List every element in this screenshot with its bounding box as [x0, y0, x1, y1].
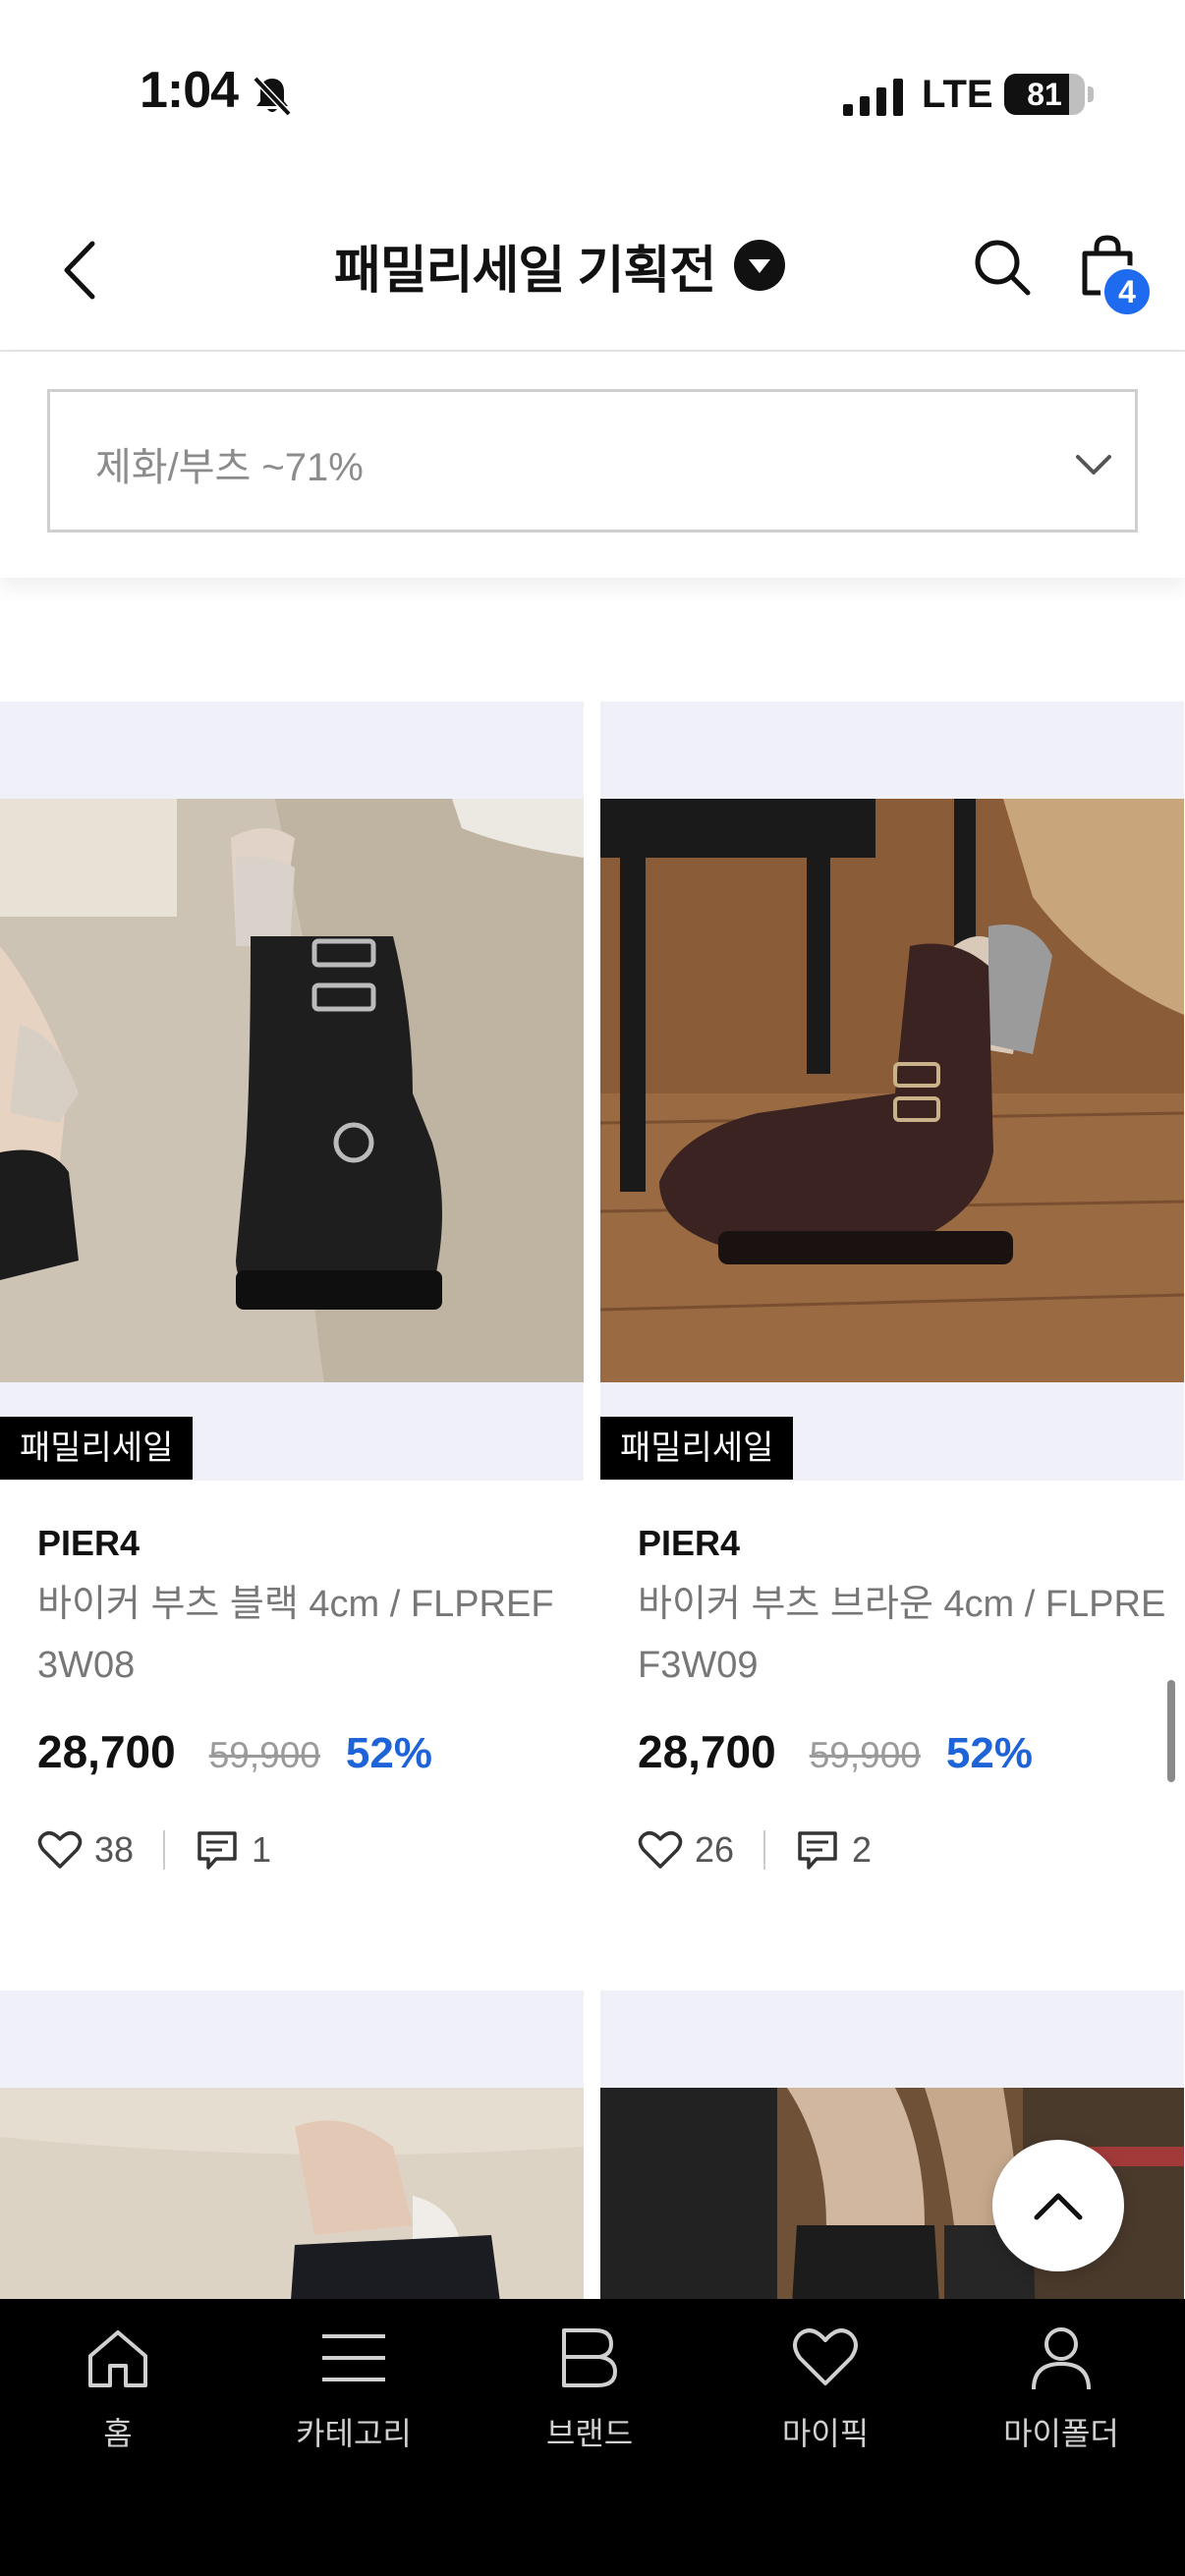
product-meta: 26 2: [638, 1827, 872, 1873]
top-header: 패밀리세일 기획전 4: [0, 187, 1185, 352]
brand-b-icon: [562, 2328, 617, 2387]
product-image-area[interactable]: 패밀리세일: [0, 701, 584, 1481]
review-count: 2: [852, 1829, 873, 1870]
brand-name[interactable]: PIER4: [37, 1523, 140, 1564]
sale-price: 28,700: [37, 1726, 176, 1777]
filter-section: 제화/부츠 ~71%: [0, 352, 1185, 578]
sale-tag: 패밀리세일: [600, 1417, 794, 1480]
scrollbar[interactable]: [1167, 1680, 1175, 1782]
product-name[interactable]: 바이커 부츠 블랙 4cm / FLPREF3W08: [37, 1574, 568, 1696]
battery-nub: [1088, 86, 1094, 102]
nav-mypick[interactable]: 마이픽: [707, 2299, 943, 2466]
filter-selected-label: 제화/부츠 ~71%: [95, 446, 364, 489]
product-meta: 38 1: [37, 1827, 271, 1873]
product-image-area[interactable]: 패밀리세일: [600, 701, 1184, 1481]
nav-label-category: 카테고리: [296, 2416, 412, 2451]
original-price: 59,900: [208, 1735, 320, 1775]
like-count: 26: [695, 1829, 735, 1870]
comment-icon[interactable]: [795, 1827, 840, 1873]
menu-icon: [322, 2334, 385, 2381]
sale-tag: 패밀리세일: [0, 1417, 194, 1480]
category-filter-select[interactable]: 제화/부츠 ~71%: [47, 389, 1138, 532]
divider: [763, 1830, 766, 1870]
network-label: LTE: [922, 73, 993, 116]
status-time: 1:04: [140, 62, 239, 119]
product-name[interactable]: 바이커 부츠 브라운 4cm / FLPREF3W09: [638, 1574, 1168, 1696]
divider: [163, 1830, 166, 1870]
nav-label-home: 홈: [103, 2416, 133, 2451]
nav-category[interactable]: 카테고리: [236, 2299, 472, 2466]
page-title: 패밀리세일 기획전: [334, 242, 716, 300]
discount-rate: 52%: [345, 1729, 432, 1777]
cart-count-badge: 4: [1100, 265, 1154, 318]
signal-icon: [843, 79, 903, 116]
bell-muted-icon: [253, 76, 292, 117]
price-row: 28,700 59,900 52%: [638, 1725, 1033, 1778]
price-row: 28,700 59,900 52%: [37, 1725, 432, 1778]
nav-label-myfolder: 마이폴더: [1003, 2416, 1119, 2451]
status-bar: 1:04 LTE 81: [0, 0, 1185, 187]
sale-price: 28,700: [638, 1726, 776, 1777]
home-icon: [88, 2330, 147, 2387]
caret-down-icon: [734, 240, 786, 291]
battery-icon: 81: [1004, 74, 1085, 115]
comment-icon[interactable]: [195, 1827, 240, 1873]
heart-icon: [793, 2328, 858, 2385]
heart-icon[interactable]: [638, 1827, 683, 1873]
like-count: 38: [94, 1829, 135, 1870]
nav-label-brand: 브랜드: [545, 2416, 634, 2451]
review-count: 1: [252, 1829, 272, 1870]
brand-name[interactable]: PIER4: [638, 1523, 740, 1564]
discount-rate: 52%: [945, 1729, 1033, 1777]
bottom-navigation: 홈 카테고리 브랜드 마이픽 마이폴더: [0, 2299, 1185, 2576]
nav-home[interactable]: 홈: [0, 2299, 236, 2466]
person-icon: [1032, 2327, 1091, 2390]
scroll-to-top-button[interactable]: [992, 2140, 1124, 2271]
nav-label-mypick: 마이픽: [781, 2416, 870, 2451]
chevron-down-icon: [1076, 455, 1111, 475]
product-photo-black-boots[interactable]: [0, 799, 584, 1382]
search-icon[interactable]: [971, 236, 1034, 299]
battery-level: 81: [1027, 77, 1062, 112]
product-photo-brown-boots[interactable]: [600, 799, 1184, 1382]
chevron-up-icon: [1034, 2193, 1083, 2220]
page-title-selector[interactable]: 패밀리세일 기획전: [334, 226, 786, 305]
back-icon[interactable]: [55, 236, 104, 305]
heart-icon[interactable]: [37, 1827, 83, 1873]
nav-myfolder[interactable]: 마이폴더: [943, 2299, 1179, 2466]
original-price: 59,900: [809, 1735, 921, 1775]
nav-brand[interactable]: 브랜드: [472, 2299, 707, 2466]
